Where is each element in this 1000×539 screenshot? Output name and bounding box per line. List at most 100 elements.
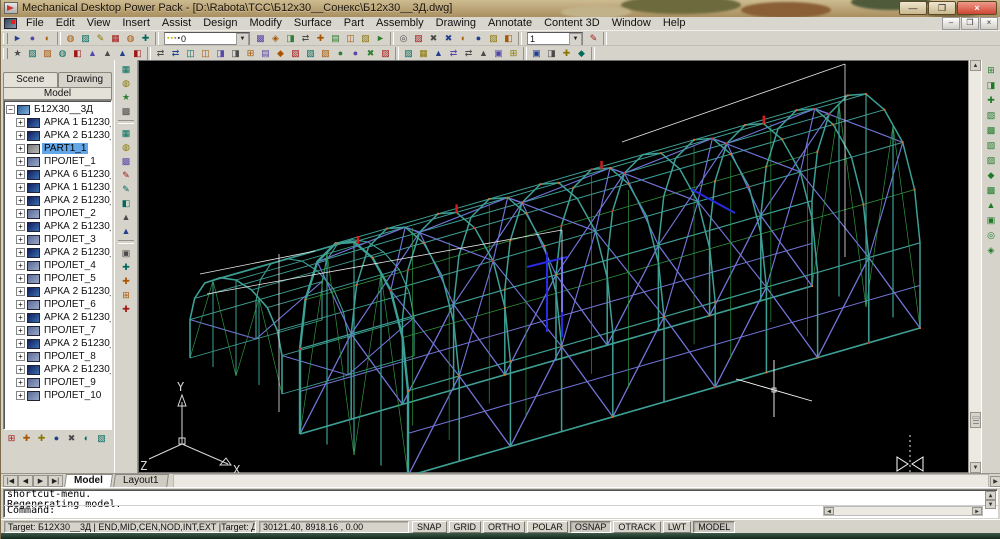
menu-design[interactable]: Design bbox=[197, 17, 243, 30]
expand-icon[interactable]: + bbox=[16, 391, 25, 400]
expand-icon[interactable]: + bbox=[16, 313, 25, 322]
coordinates-readout[interactable]: 30121.40, 8918.16 , 0.00 bbox=[259, 521, 409, 533]
tree-item[interactable]: +ПРОЛЕТ_3 bbox=[4, 233, 111, 246]
expand-icon[interactable]: + bbox=[16, 131, 25, 140]
tab-model[interactable]: Model bbox=[64, 474, 113, 488]
expand-icon[interactable]: + bbox=[16, 352, 25, 361]
expand-icon[interactable]: + bbox=[16, 378, 25, 387]
menu-help[interactable]: Help bbox=[657, 17, 692, 30]
command-text-area[interactable]: shortcut-menu. Regenerating model. Comma… bbox=[3, 489, 998, 518]
drawing-viewport[interactable]: YXZ bbox=[138, 60, 969, 473]
statistics-icon[interactable]: ◈ bbox=[984, 243, 999, 258]
command-horizontal-scrollbar[interactable]: ◀ ▶ bbox=[823, 506, 983, 516]
toggle-lwt[interactable]: LWT bbox=[663, 521, 691, 533]
3d-orbit-icon[interactable]: ▣ bbox=[119, 246, 134, 260]
toggle-osnap[interactable]: OSNAP bbox=[570, 521, 612, 533]
zoom-scale-icon[interactable]: ★ bbox=[119, 90, 134, 104]
expand-icon[interactable]: + bbox=[16, 261, 25, 270]
scroll-up-button[interactable]: ▲ bbox=[985, 491, 996, 500]
landscape-library-icon[interactable]: ▣ bbox=[984, 213, 999, 228]
spline-icon[interactable]: ◍ bbox=[55, 47, 70, 60]
folder-icon[interactable]: ✚ bbox=[35, 432, 48, 445]
parameters-icon[interactable]: ✚ bbox=[559, 47, 574, 60]
tab-scene[interactable]: Scene bbox=[3, 72, 58, 87]
tree-item[interactable]: +АРКА 2 Б1230_1 bbox=[4, 129, 111, 142]
mdt-menu-icon[interactable] bbox=[4, 18, 17, 29]
mass-properties-icon[interactable]: ◧ bbox=[501, 32, 516, 45]
prev-tab-button[interactable]: ◀ bbox=[18, 475, 33, 487]
highlight-icon[interactable]: ◐ bbox=[80, 432, 93, 445]
rotate-icon[interactable]: ◫ bbox=[183, 47, 198, 60]
toolbar-grip[interactable] bbox=[3, 48, 8, 59]
scroll-up-button[interactable]: ▲ bbox=[970, 60, 981, 71]
tab-model[interactable]: Model bbox=[3, 87, 112, 100]
zoom-in-icon[interactable]: ▦ bbox=[119, 126, 134, 140]
edit-text-icon[interactable]: ▲ bbox=[431, 47, 446, 60]
tolerance-icon[interactable]: ▣ bbox=[491, 47, 506, 60]
fillet-icon[interactable]: ◆ bbox=[273, 47, 288, 60]
scale-icon[interactable]: ◫ bbox=[198, 47, 213, 60]
render-preferences-icon[interactable]: ◎ bbox=[984, 228, 999, 243]
tree-item[interactable]: +ПРОЛЕТ_7 bbox=[4, 324, 111, 337]
expand-icon[interactable]: + bbox=[16, 118, 25, 127]
paste-icon[interactable]: ◍ bbox=[123, 32, 138, 45]
plan-view-icon[interactable]: ✚ bbox=[119, 302, 134, 316]
collapse-icon[interactable]: − bbox=[6, 105, 15, 114]
named-views-icon[interactable]: ✎ bbox=[119, 182, 134, 196]
text-icon[interactable]: ▨ bbox=[401, 47, 416, 60]
expand-icon[interactable]: + bbox=[16, 365, 25, 374]
first-tab-button[interactable]: |◀ bbox=[3, 475, 18, 487]
print-preview-icon[interactable]: ✎ bbox=[93, 32, 108, 45]
move-icon[interactable]: ⇄ bbox=[168, 47, 183, 60]
zoom-previous-icon[interactable]: ✖ bbox=[426, 32, 441, 45]
zoom-realtime-icon[interactable]: ▨ bbox=[411, 32, 426, 45]
distance-icon[interactable]: ◐ bbox=[456, 32, 471, 45]
arc-icon[interactable]: ▨ bbox=[40, 47, 55, 60]
tab-layout1[interactable]: Layout1 bbox=[113, 474, 169, 488]
ucs-tool-icon[interactable]: ⊞ bbox=[119, 288, 134, 302]
render-small-icon[interactable]: ▧ bbox=[358, 32, 373, 45]
scroll-down-button[interactable]: ▼ bbox=[985, 500, 996, 509]
array-icon[interactable]: ▧ bbox=[318, 47, 333, 60]
scale-combo[interactable]: 1▼ bbox=[527, 32, 583, 45]
camera-icon[interactable]: ▲ bbox=[119, 210, 134, 224]
erase-icon[interactable]: ⇄ bbox=[153, 47, 168, 60]
menu-view[interactable]: View bbox=[81, 17, 117, 30]
expand-icon[interactable]: + bbox=[16, 209, 25, 218]
maximize-button[interactable]: ❒ bbox=[928, 1, 956, 15]
line-icon[interactable]: ▨ bbox=[25, 47, 40, 60]
menu-insert[interactable]: Insert bbox=[116, 17, 156, 30]
menu-content-3d[interactable]: Content 3D bbox=[538, 17, 606, 30]
scroll-right-button[interactable]: ▶ bbox=[972, 507, 982, 515]
menu-edit[interactable]: Edit bbox=[50, 17, 81, 30]
tree-item[interactable]: +ПРОЛЕТ_5 bbox=[4, 272, 111, 285]
dimension-icon[interactable]: ⇄ bbox=[461, 47, 476, 60]
menu-annotate[interactable]: Annotate bbox=[482, 17, 538, 30]
expand-icon[interactable]: + bbox=[16, 144, 25, 153]
viewport-horizontal-scrollbar[interactable] bbox=[173, 474, 989, 488]
tree-item[interactable]: −Б12X30__3Д bbox=[4, 103, 111, 116]
break-icon[interactable]: ● bbox=[333, 47, 348, 60]
expand-icon[interactable]: + bbox=[16, 196, 25, 205]
pan-realtime-icon[interactable]: ✚ bbox=[119, 260, 134, 274]
toggle-snap[interactable]: SNAP bbox=[412, 521, 447, 533]
fog-icon[interactable]: ◆ bbox=[984, 168, 999, 183]
zoom-all-icon[interactable]: ▩ bbox=[119, 154, 134, 168]
tab-drawing[interactable]: Drawing bbox=[58, 72, 113, 87]
orbit-icon[interactable]: ◫ bbox=[343, 32, 358, 45]
3d-views-icon[interactable]: ◧ bbox=[119, 196, 134, 210]
named-views-icon[interactable]: ▤ bbox=[328, 32, 343, 45]
tree-item[interactable]: +АРКА 1 Б1230_2 bbox=[4, 181, 111, 194]
tree-item[interactable]: +АРКА 6 Б1230_1 bbox=[4, 168, 111, 181]
scroll-right-button[interactable]: ▶ bbox=[990, 476, 1000, 487]
tree-item[interactable]: +PART1_1 bbox=[4, 142, 111, 155]
match-properties-icon[interactable]: ✚ bbox=[138, 32, 153, 45]
constraint-icon[interactable]: ◨ bbox=[544, 47, 559, 60]
expand-icon[interactable]: + bbox=[16, 326, 25, 335]
tree-item[interactable]: +АРКА 2 Б1230_2 bbox=[4, 194, 111, 207]
landscape-edit-icon[interactable]: ▲ bbox=[984, 198, 999, 213]
mdi-minimize-button[interactable]: – bbox=[942, 17, 960, 30]
tree-item[interactable]: +АРКА 2 Б1230_8 bbox=[4, 337, 111, 350]
toggle-ortho[interactable]: ORTHO bbox=[483, 521, 525, 533]
polygon-icon[interactable]: ▲ bbox=[85, 47, 100, 60]
